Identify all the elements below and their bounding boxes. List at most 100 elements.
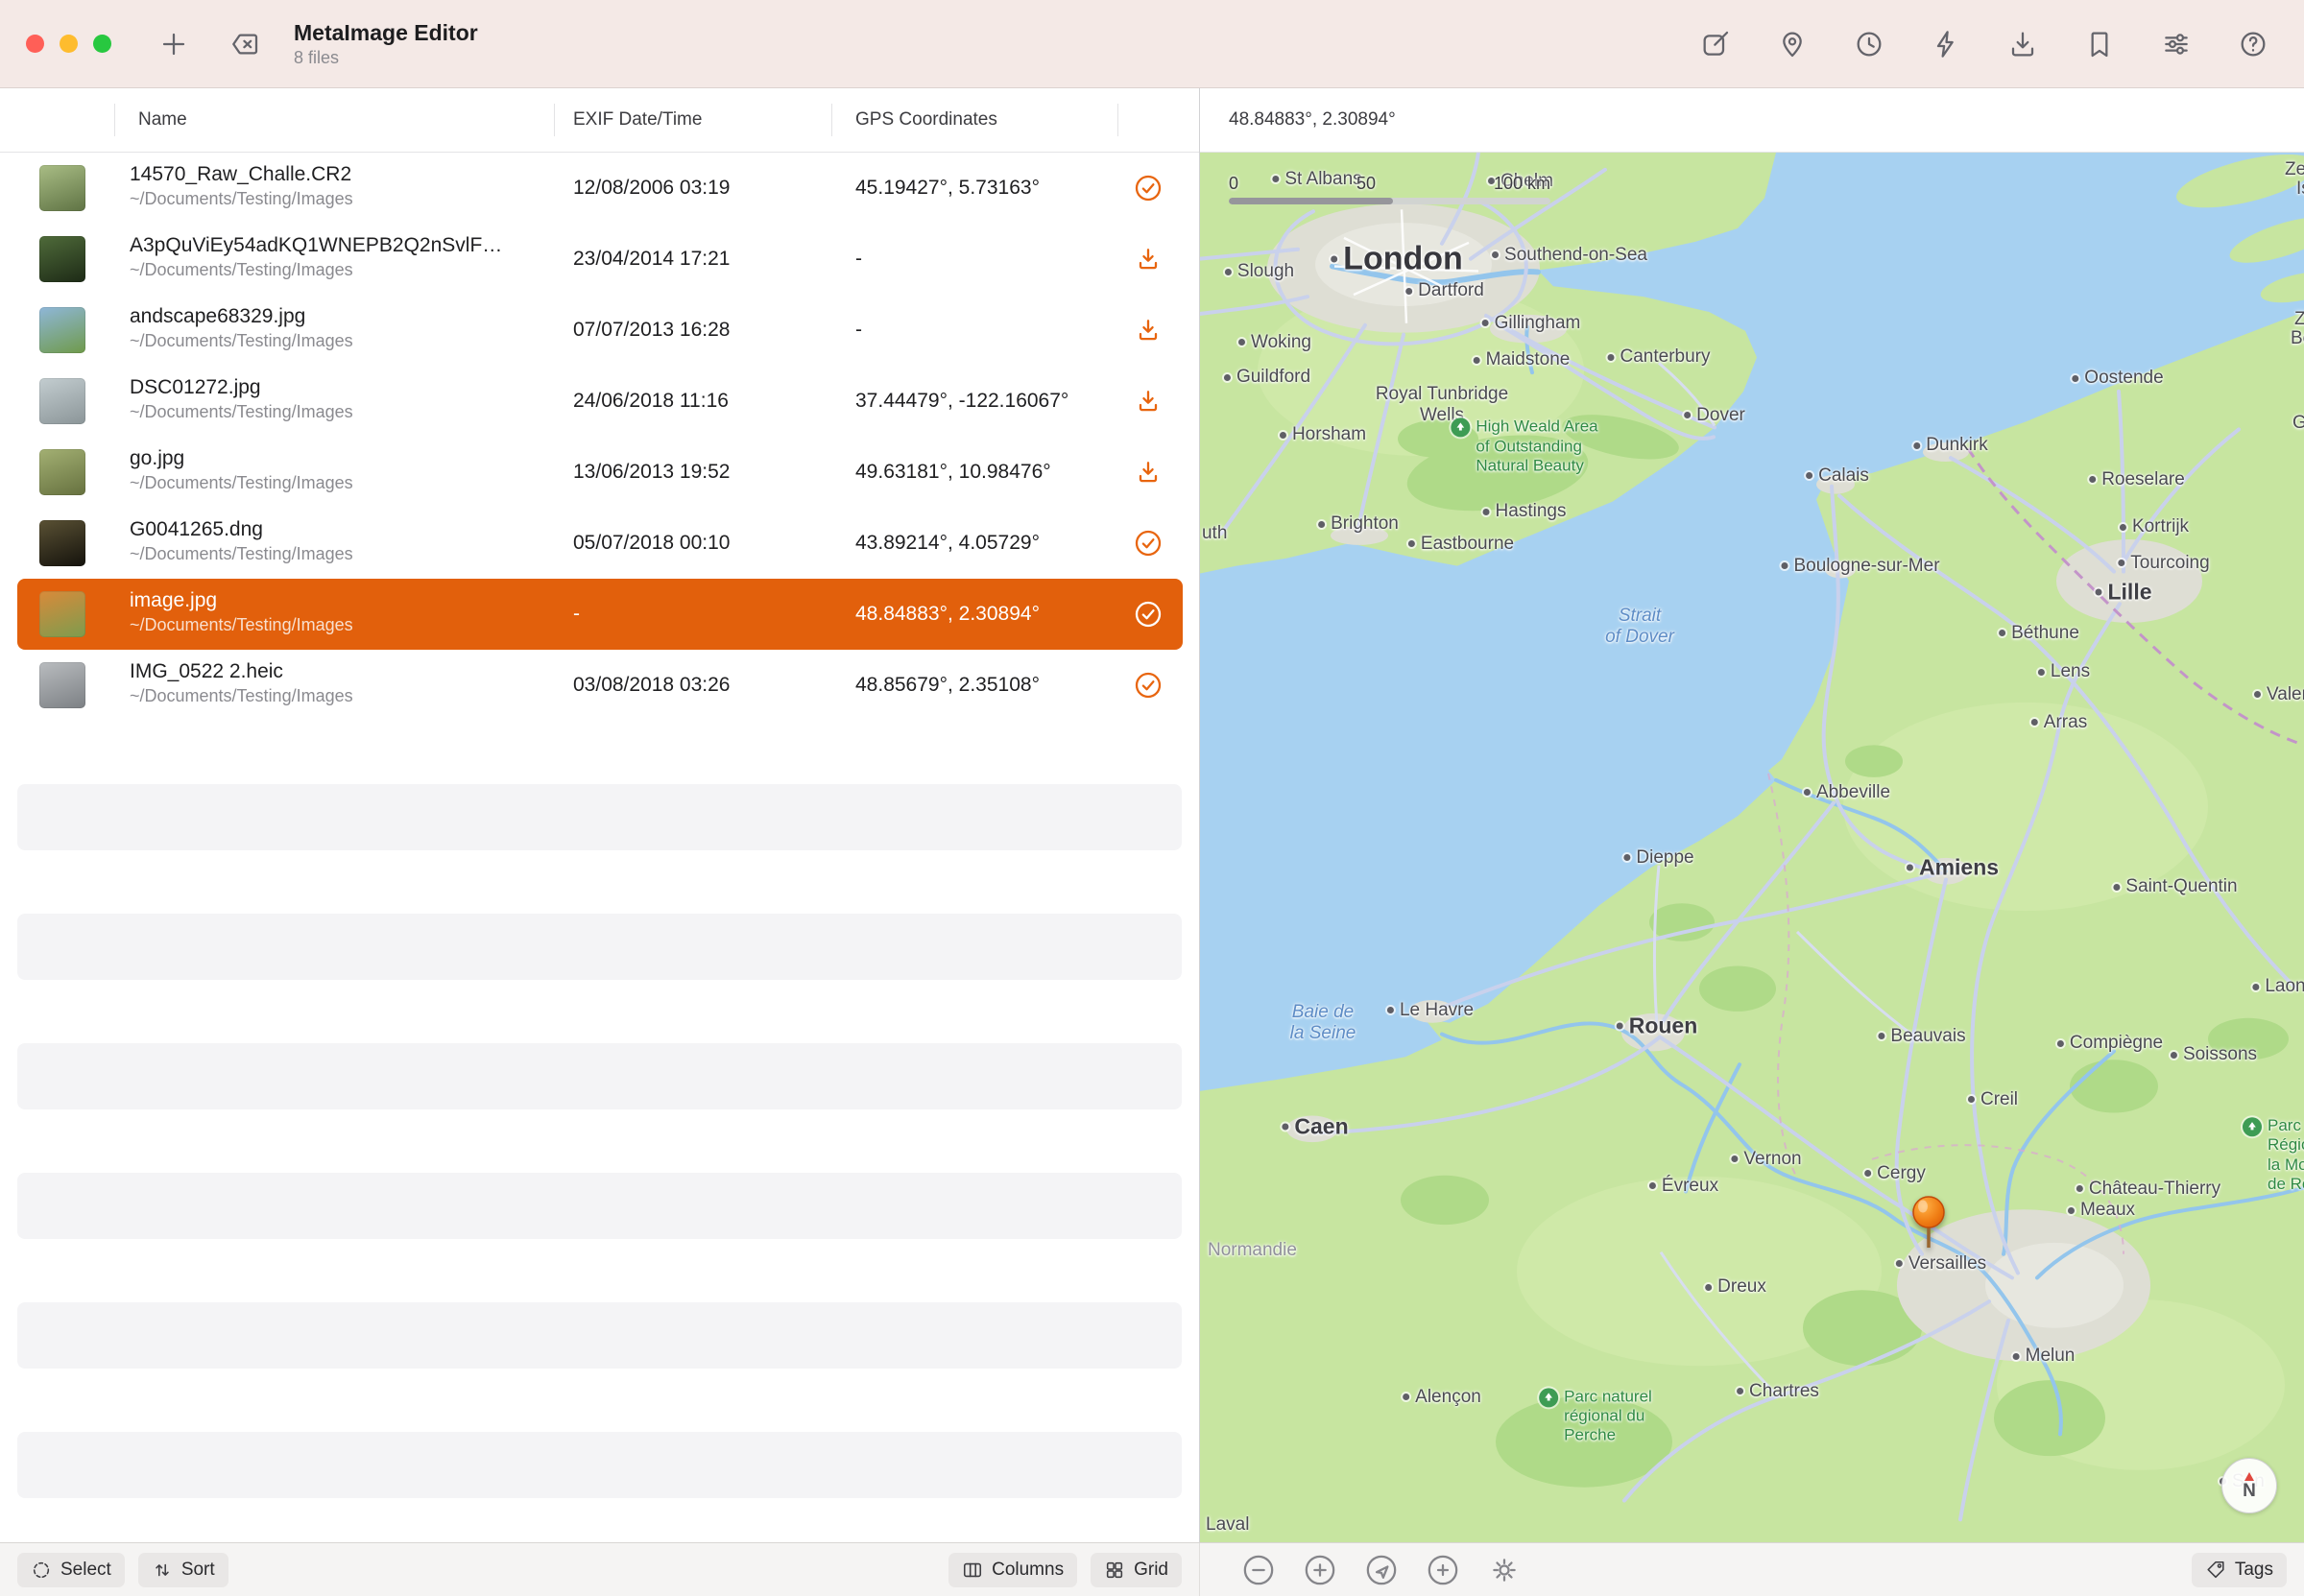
file-row[interactable]: 14570_Raw_Challe.CR2 ~/Documents/Testing…	[17, 153, 1183, 224]
app-window: MetaImage Editor 8 files	[0, 0, 2304, 1596]
download-icon	[1133, 386, 1164, 417]
zoom-out-button[interactable]	[1238, 1550, 1279, 1590]
file-count: 8 files	[294, 48, 478, 68]
zoom-in-button[interactable]	[1300, 1550, 1340, 1590]
file-status-button[interactable]	[1121, 437, 1175, 508]
quick-actions-button[interactable]	[1924, 22, 1968, 66]
columns-view-button[interactable]: Columns	[948, 1553, 1077, 1587]
file-path: ~/Documents/Testing/Images	[130, 544, 542, 564]
compass-needle-icon	[2244, 1472, 2254, 1481]
plus-circle-icon	[1304, 1554, 1336, 1586]
empty-row-placeholder	[17, 1432, 1182, 1498]
location-button[interactable]	[1770, 22, 1814, 66]
file-row[interactable]: DSC01272.jpg ~/Documents/Testing/Images …	[17, 366, 1183, 437]
file-exif-datetime: 05/07/2018 00:10	[573, 532, 731, 555]
download-icon	[1133, 315, 1164, 345]
file-exif-datetime: 23/04/2014 17:21	[573, 248, 731, 271]
file-path: ~/Documents/Testing/Images	[130, 402, 542, 422]
close-window-button[interactable]	[26, 35, 44, 53]
sort-button[interactable]: Sort	[138, 1553, 228, 1587]
file-name: A3pQuViEy54adKQ1WNEPB2Q2nSvlF…	[130, 234, 542, 257]
column-divider	[1117, 104, 1118, 136]
column-header-name[interactable]: Name	[138, 109, 187, 131]
grid-icon	[1104, 1560, 1125, 1581]
file-gps-coordinates: 48.85679°, 2.35108°	[855, 674, 1040, 697]
column-divider	[554, 104, 555, 136]
file-row[interactable]: image.jpg ~/Documents/Testing/Images - 4…	[17, 579, 1183, 650]
remove-files-button[interactable]	[223, 22, 267, 66]
file-row[interactable]: A3pQuViEy54adKQ1WNEPB2Q2nSvlF… ~/Documen…	[17, 224, 1183, 295]
zoom-window-button[interactable]	[93, 35, 111, 53]
file-status-button[interactable]	[1121, 224, 1175, 295]
window-title: MetaImage Editor	[294, 20, 478, 46]
tags-label: Tags	[2235, 1560, 2273, 1581]
file-exif-datetime: 13/06/2013 19:52	[573, 461, 731, 484]
file-name: go.jpg	[130, 447, 542, 470]
map-settings-button[interactable]	[1484, 1550, 1524, 1590]
file-gps-coordinates: 37.44479°, -122.16067°	[855, 390, 1068, 413]
file-status-button[interactable]	[1121, 153, 1175, 224]
file-status-button[interactable]	[1121, 366, 1175, 437]
empty-row-placeholder	[17, 1173, 1182, 1239]
file-gps-coordinates: 45.19427°, 5.73163°	[855, 177, 1040, 200]
compass-control[interactable]: N	[2221, 1458, 2277, 1513]
file-status-button[interactable]	[1121, 579, 1175, 650]
check-circle-icon	[1133, 528, 1164, 559]
minus-circle-icon	[1242, 1554, 1275, 1586]
file-thumbnail	[39, 591, 85, 637]
column-header-gps[interactable]: GPS Coordinates	[855, 109, 997, 131]
select-button[interactable]: Select	[17, 1553, 125, 1587]
tags-button[interactable]: Tags	[2192, 1553, 2287, 1587]
edit-metadata-button[interactable]	[1693, 22, 1738, 66]
navigate-arrow-circle-icon	[1365, 1554, 1398, 1586]
grid-view-button[interactable]: Grid	[1091, 1553, 1182, 1587]
file-row[interactable]: andscape68329.jpg ~/Documents/Testing/Im…	[17, 295, 1183, 366]
filters-button[interactable]	[2154, 22, 2198, 66]
columns-label: Columns	[992, 1560, 1064, 1581]
file-thumbnail	[39, 165, 85, 211]
help-button[interactable]	[2231, 22, 2275, 66]
map-scale-bar: 0 50 100 km	[1229, 174, 1550, 204]
window-controls	[26, 35, 111, 53]
add-location-button[interactable]	[1423, 1550, 1463, 1590]
map-basemap	[1200, 153, 2304, 1542]
file-gps-coordinates: 48.84883°, 2.30894°	[855, 603, 1040, 626]
file-gps-coordinates: -	[855, 319, 862, 342]
file-name: image.jpg	[130, 589, 542, 612]
file-row[interactable]: IMG_0522 2.heic ~/Documents/Testing/Imag…	[17, 650, 1183, 721]
file-path: ~/Documents/Testing/Images	[130, 615, 542, 635]
scale-fill	[1229, 198, 1393, 204]
file-list-panel: Name EXIF Date/Time GPS Coordinates 1457…	[0, 88, 1200, 1542]
scale-zero: 0	[1229, 174, 1238, 194]
compose-icon	[1700, 29, 1731, 60]
file-status-button[interactable]	[1121, 295, 1175, 366]
footer-bar: Select Sort Columns Grid	[0, 1542, 2304, 1596]
presets-button[interactable]	[2077, 22, 2122, 66]
file-exif-datetime: 07/07/2013 16:28	[573, 319, 731, 342]
file-name: 14570_Raw_Challe.CR2	[130, 163, 542, 186]
check-circle-icon	[1133, 599, 1164, 630]
file-row[interactable]: G0041265.dng ~/Documents/Testing/Images …	[17, 508, 1183, 579]
file-name-cell: 14570_Raw_Challe.CR2 ~/Documents/Testing…	[130, 163, 542, 209]
file-path: ~/Documents/Testing/Images	[130, 331, 542, 351]
file-name-cell: IMG_0522 2.heic ~/Documents/Testing/Imag…	[130, 660, 542, 706]
map-view[interactable]: LondonSt AlbansChelmSouthend-on-SeaDartf…	[1200, 153, 2304, 1542]
file-status-button[interactable]	[1121, 650, 1175, 721]
file-thumbnail	[39, 662, 85, 708]
file-name: G0041265.dng	[130, 518, 542, 541]
file-name-cell: DSC01272.jpg ~/Documents/Testing/Images	[130, 376, 542, 422]
sliders-icon	[2161, 29, 2192, 60]
file-name-cell: go.jpg ~/Documents/Testing/Images	[130, 447, 542, 493]
minimize-window-button[interactable]	[60, 35, 78, 53]
add-files-button[interactable]	[152, 22, 196, 66]
select-lasso-icon	[31, 1560, 52, 1581]
column-header-exif-datetime[interactable]: EXIF Date/Time	[573, 109, 702, 131]
file-row[interactable]: go.jpg ~/Documents/Testing/Images 13/06/…	[17, 437, 1183, 508]
map-pin[interactable]	[1907, 1194, 1951, 1258]
export-button[interactable]	[2001, 22, 2045, 66]
file-name: DSC01272.jpg	[130, 376, 542, 399]
direction-button[interactable]	[1361, 1550, 1402, 1590]
clear-backspace-icon	[229, 29, 260, 60]
file-status-button[interactable]	[1121, 508, 1175, 579]
history-button[interactable]	[1847, 22, 1891, 66]
